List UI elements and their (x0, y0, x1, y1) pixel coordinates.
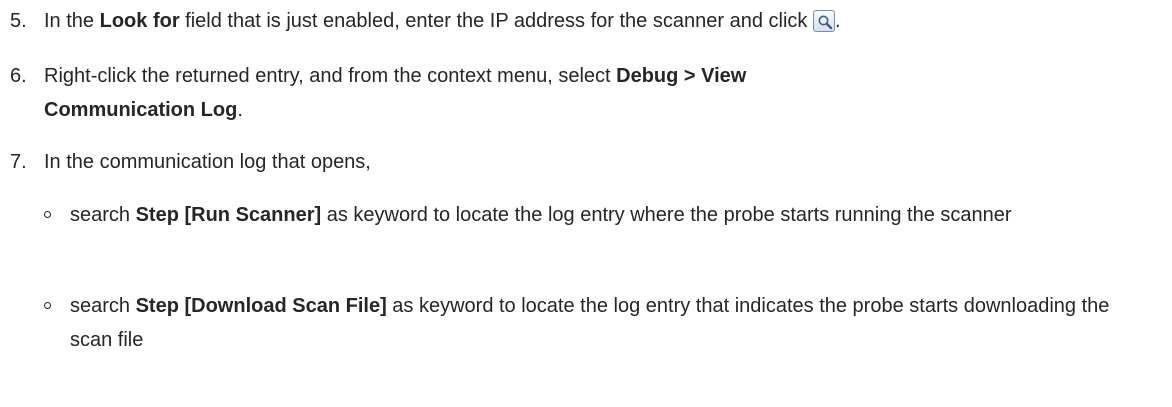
bullet-text: search Step [Run Scanner] as keyword to … (70, 198, 1130, 232)
text-run: . (834, 10, 841, 32)
bold-term-run-scanner: Step [Run Scanner] (135, 204, 322, 226)
text-run: as keyword to locate the log entry where… (321, 204, 1012, 226)
text-run: field that is just enabled, enter the IP… (179, 10, 813, 32)
text-run: Right-click the returned entry, and from… (44, 65, 617, 87)
bullet-circle-icon (44, 211, 51, 218)
step-number: 6. (10, 65, 27, 87)
step-text: Right-click the returned entry, and from… (44, 59, 844, 127)
text-run: . (237, 99, 243, 121)
document-body: 5. In the Look for field that is just en… (0, 0, 1172, 407)
step-number: 5. (10, 10, 27, 32)
magnifier-icon (818, 15, 833, 30)
text-run: search (70, 204, 136, 226)
bullet-circle-icon (44, 302, 51, 309)
bullet-text: search Step [Download Scan File] as keyw… (70, 289, 1130, 357)
text-run: search (70, 295, 136, 317)
search-button-icon[interactable] (812, 10, 835, 32)
step-text: In the communication log that opens, (44, 151, 371, 173)
text-run: In the (44, 10, 100, 32)
bold-term-download-scan-file: Step [Download Scan File] (135, 295, 387, 317)
bold-term-look-for: Look for (99, 10, 180, 32)
step-number: 7. (10, 151, 27, 173)
step-text: In the Look for field that is just enabl… (44, 4, 1134, 38)
